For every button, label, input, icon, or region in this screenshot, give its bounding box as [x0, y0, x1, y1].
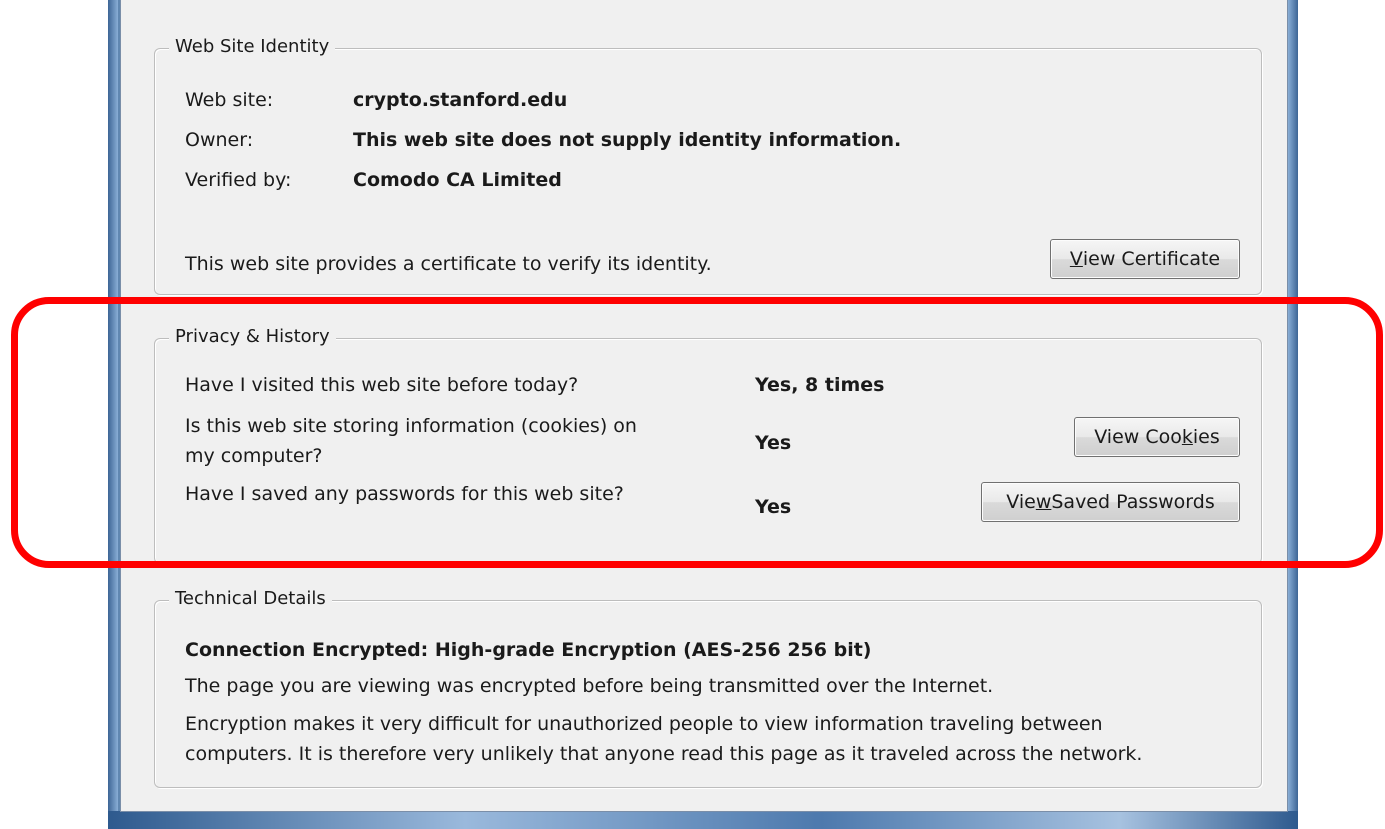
verified-by-label: Verified by: — [185, 169, 292, 191]
encryption-line-1: The page you are viewing was encrypted b… — [185, 675, 994, 697]
view-cookies-button[interactable]: View Coo k ies — [1074, 417, 1240, 457]
view-certificate-button[interactable]: View Certificate — [1050, 239, 1240, 279]
window-frame-bottom-edge — [108, 811, 1298, 829]
visited-answer: Yes, 8 times — [755, 374, 885, 396]
cookies-question-line1: Is this web site storing information (co… — [185, 415, 637, 437]
privacy-history-title: Privacy & History — [169, 324, 336, 350]
view-certificate-label: iew Certificate — [1082, 248, 1221, 270]
window-frame-left-edge — [108, 0, 118, 829]
owner-value: This web site does not supply identity i… — [353, 129, 902, 151]
view-saved-passwords-label-pre: Vie — [1006, 491, 1036, 513]
view-certificate-accelerator: V — [1069, 248, 1083, 270]
visited-question: Have I visited this web site before toda… — [185, 374, 579, 396]
passwords-question: Have I saved any passwords for this web … — [185, 483, 624, 505]
verified-by-value: Comodo CA Limited — [353, 169, 562, 191]
cookies-question-line2: my computer? — [185, 445, 323, 467]
view-saved-passwords-label-post: Saved Passwords — [1051, 491, 1215, 513]
view-cookies-label-pre: View Coo — [1094, 426, 1182, 448]
view-cookies-label-post: ies — [1192, 426, 1220, 448]
view-saved-passwords-accelerator: w — [1035, 491, 1052, 513]
web-site-identity-title: Web Site Identity — [169, 34, 336, 60]
website-label: Web site: — [185, 89, 274, 111]
technical-details-title: Technical Details — [169, 586, 332, 612]
view-saved-passwords-button[interactable]: Vie w Saved Passwords — [981, 482, 1240, 522]
owner-label: Owner: — [185, 129, 254, 151]
encryption-line-2: Encryption makes it very difficult for u… — [185, 713, 1103, 735]
passwords-answer: Yes — [755, 496, 792, 518]
cookies-answer: Yes — [755, 432, 792, 454]
view-cookies-accelerator: k — [1181, 426, 1193, 448]
window-frame-right-edge — [1288, 0, 1298, 829]
certificate-note: This web site provides a certificate to … — [185, 253, 712, 275]
encryption-line-3: computers. It is therefore very unlikely… — [185, 743, 1143, 765]
website-value: crypto.stanford.edu — [353, 89, 568, 111]
encryption-heading: Connection Encrypted: High-grade Encrypt… — [185, 639, 872, 661]
